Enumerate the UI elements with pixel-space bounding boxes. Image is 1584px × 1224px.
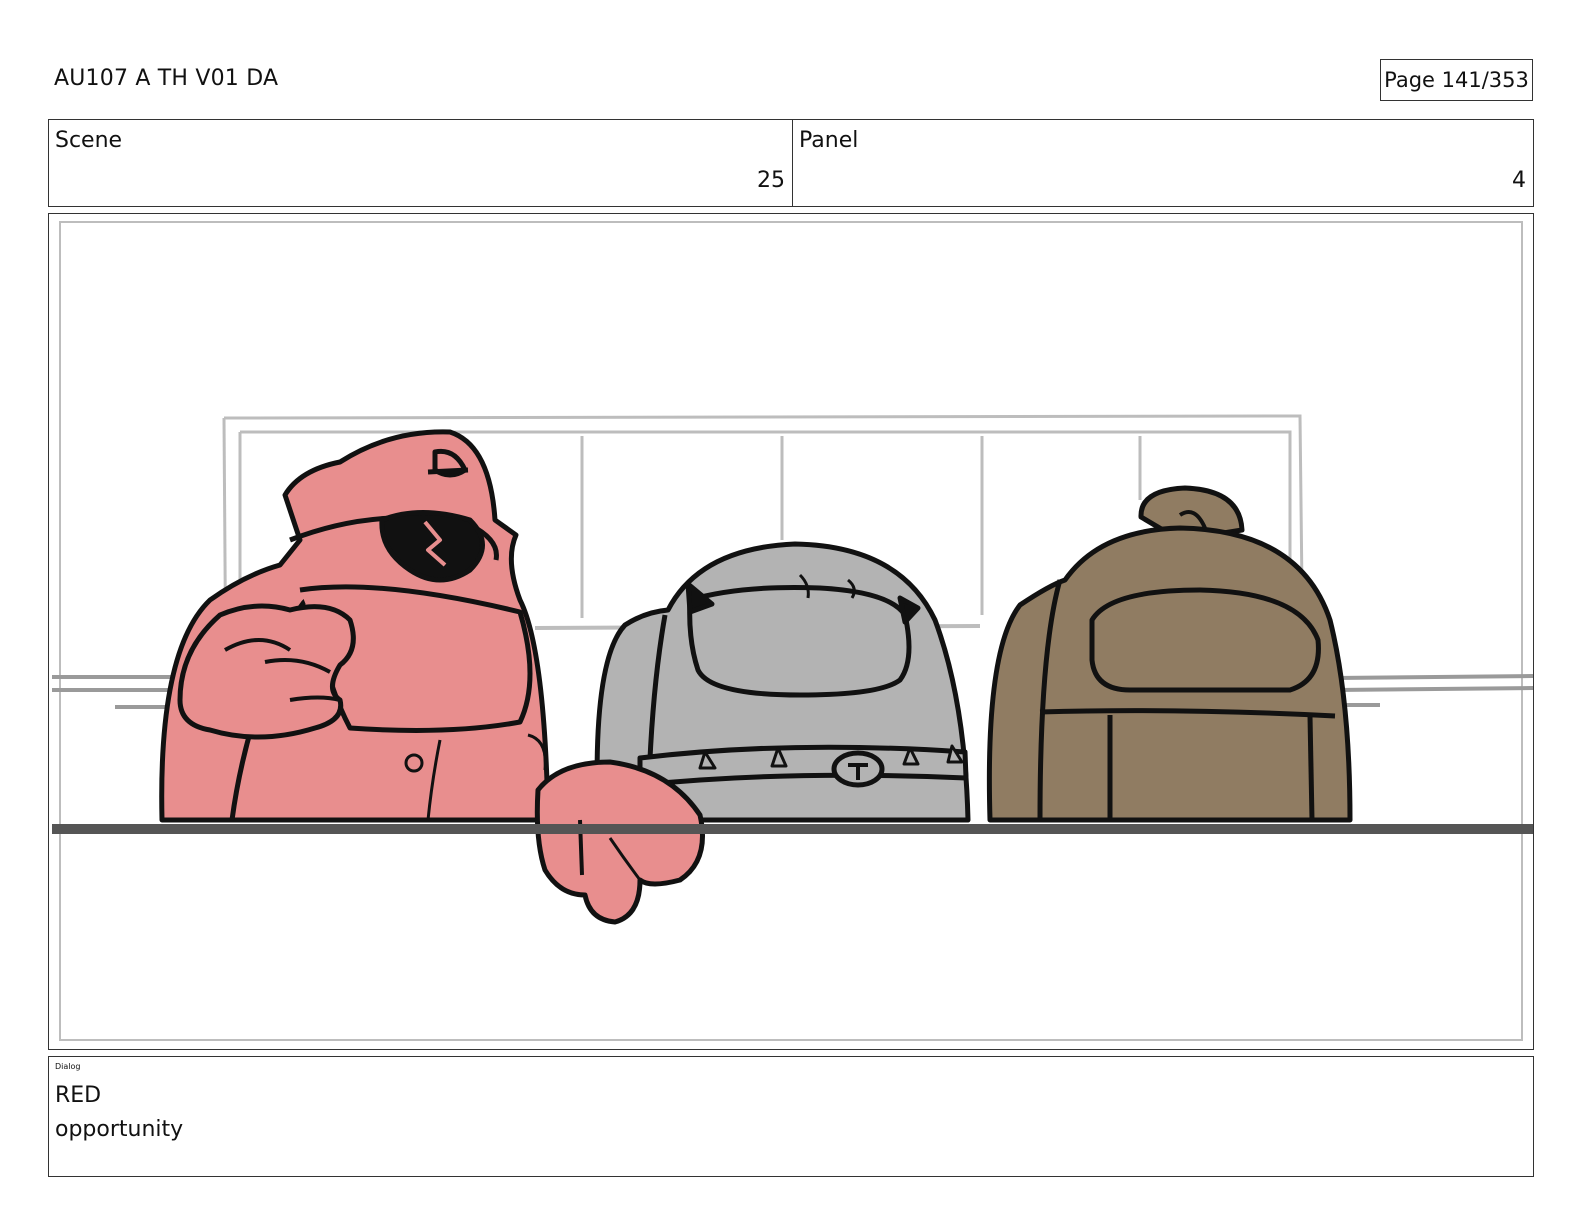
brown-crewmate-icon [986,485,1353,823]
dialog-label: Dialog [55,1062,81,1071]
storyboard-artwork [52,414,1534,925]
dialog-box: Dialog RED opportunity [48,1056,1534,1177]
dialog-line: opportunity [55,1117,184,1142]
foreground-ledge [52,824,1533,834]
dialog-speaker: RED [55,1083,102,1108]
